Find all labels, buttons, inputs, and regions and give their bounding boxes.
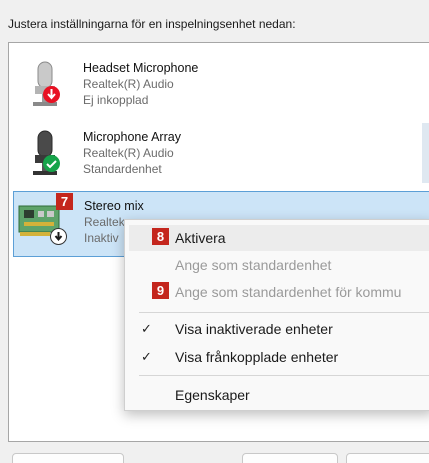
menu-item-label: Ange som standardenhet för kommu	[175, 284, 402, 300]
callout-badge: 7	[56, 193, 73, 210]
device-headset-microphone[interactable]: Headset Microphone Realtek(R) Audio Ej i…	[13, 52, 429, 116]
device-status: Ej inkopplad	[83, 93, 149, 107]
menu-item-label: Visa inaktiverade enheter	[175, 321, 333, 337]
device-driver: Realtek(R) Audio	[83, 77, 174, 91]
menu-item-label: Visa frånkopplade enheter	[175, 349, 339, 365]
context-menu: Aktivera Ange som standardenhet Ange som…	[124, 219, 429, 411]
configure-button[interactable]	[12, 453, 124, 463]
menu-item-show-disabled[interactable]: ✓ Visa inaktiverade enheter	[129, 316, 429, 342]
check-icon: ✓	[141, 321, 152, 336]
device-status: Standardenhet	[83, 162, 162, 176]
set-default-button[interactable]	[242, 453, 338, 463]
menu-separator	[139, 312, 429, 313]
menu-item-set-default-communication: Ange som standardenhet för kommu	[129, 279, 429, 305]
callout-badge: 8	[152, 228, 169, 245]
device-name: Stereo mix	[84, 199, 144, 213]
unplugged-down-arrow-icon	[43, 86, 60, 103]
device-driver: Realtek(R) Audio	[83, 146, 174, 160]
scroll-region	[422, 123, 429, 183]
menu-item-show-disconnected[interactable]: ✓ Visa frånkopplade enheter	[129, 344, 429, 370]
callout-badge: 9	[152, 282, 169, 299]
menu-item-label: Egenskaper	[175, 387, 250, 403]
menu-item-properties[interactable]: Egenskaper	[129, 382, 429, 408]
device-name: Microphone Array	[83, 130, 181, 144]
device-microphone-array[interactable]: Microphone Array Realtek(R) Audio Standa…	[13, 121, 429, 185]
properties-button[interactable]	[346, 453, 429, 463]
menu-item-label: Aktivera	[175, 230, 226, 246]
menu-item-label: Ange som standardenhet	[175, 257, 332, 273]
device-name: Headset Microphone	[83, 61, 199, 75]
check-icon: ✓	[141, 349, 152, 364]
disabled-down-arrow-icon	[50, 228, 67, 245]
menu-separator	[139, 375, 429, 376]
instruction-text: Justera inställningarna för en inspelnin…	[8, 17, 296, 31]
default-check-icon	[43, 155, 60, 172]
menu-item-set-default: Ange som standardenhet	[129, 252, 429, 278]
menu-item-aktivera[interactable]: Aktivera	[129, 225, 429, 251]
